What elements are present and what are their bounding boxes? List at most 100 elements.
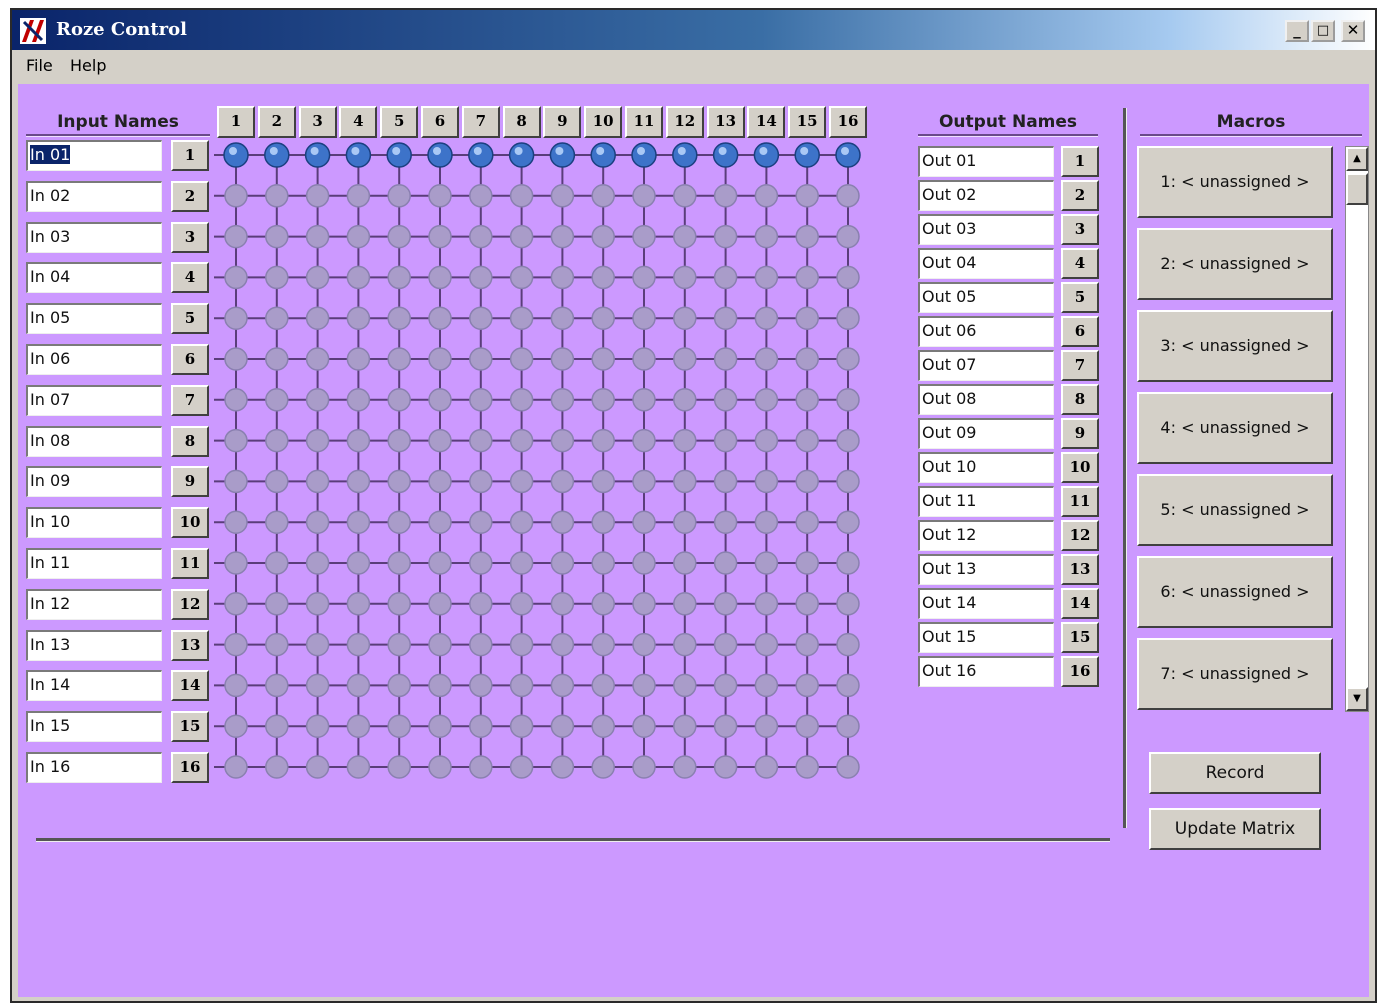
maximize-button[interactable]: □ — [1311, 20, 1335, 42]
crosspoint[interactable] — [550, 224, 575, 249]
crosspoint[interactable] — [836, 592, 860, 616]
crosspoint[interactable] — [550, 428, 575, 453]
crosspoint[interactable] — [632, 632, 656, 657]
crosspoint[interactable] — [346, 673, 371, 698]
crosspoint[interactable] — [632, 224, 656, 249]
crosspoint[interactable] — [428, 632, 452, 657]
crosspoint[interactable] — [591, 755, 615, 779]
crosspoint[interactable] — [795, 184, 819, 208]
crosspoint[interactable] — [754, 592, 779, 616]
crosspoint[interactable] — [795, 755, 819, 779]
crosspoint[interactable] — [428, 265, 452, 290]
crosspoint[interactable] — [346, 388, 371, 412]
crosspoint[interactable] — [713, 224, 738, 249]
crosspoint-active[interactable] — [508, 142, 535, 168]
crosspoint[interactable] — [305, 551, 330, 575]
crosspoint[interactable] — [795, 347, 819, 371]
output-select-button[interactable]: 12 — [1061, 520, 1099, 551]
crosspoint[interactable] — [387, 306, 411, 330]
crosspoint[interactable] — [632, 347, 656, 371]
output-select-button[interactable]: 14 — [1061, 588, 1099, 619]
crosspoint[interactable] — [550, 592, 575, 616]
crosspoint[interactable] — [673, 347, 697, 371]
crosspoint[interactable] — [591, 469, 615, 494]
crosspoint[interactable] — [713, 184, 738, 208]
macro-button[interactable]: 7: < unassigned > — [1137, 638, 1333, 710]
output-name-field[interactable]: Out 06 — [918, 316, 1054, 347]
crosspoint[interactable] — [265, 388, 289, 412]
crosspoint[interactable] — [509, 632, 534, 657]
crosspoint[interactable] — [305, 469, 330, 494]
crosspoint[interactable] — [836, 265, 860, 290]
crosspoint[interactable] — [795, 265, 819, 290]
crosspoint[interactable] — [224, 673, 248, 698]
crosspoint[interactable] — [265, 673, 289, 698]
crosspoint[interactable] — [509, 755, 534, 779]
crosspoint[interactable] — [754, 551, 779, 575]
crosspoint[interactable] — [346, 428, 371, 453]
crosspoint[interactable] — [265, 184, 289, 208]
crosspoint[interactable] — [673, 469, 697, 494]
crosspoint[interactable] — [713, 673, 738, 698]
crosspoint[interactable] — [346, 347, 371, 371]
crosspoint[interactable] — [387, 265, 411, 290]
crosspoint[interactable] — [754, 224, 779, 249]
crosspoint[interactable] — [632, 184, 656, 208]
crosspoint[interactable] — [509, 551, 534, 575]
crosspoint[interactable] — [550, 388, 575, 412]
crosspoint[interactable] — [305, 632, 330, 657]
crosspoint[interactable] — [550, 265, 575, 290]
output-select-button[interactable]: 9 — [1061, 418, 1099, 449]
crosspoint[interactable] — [387, 551, 411, 575]
crosspoint[interactable] — [836, 306, 860, 330]
crosspoint[interactable] — [428, 224, 452, 249]
crosspoint[interactable] — [795, 306, 819, 330]
output-select-button[interactable]: 10 — [1061, 452, 1099, 483]
crosspoint[interactable] — [754, 184, 779, 208]
crosspoint[interactable] — [224, 551, 248, 575]
crosspoint[interactable] — [509, 306, 534, 330]
crosspoint[interactable] — [224, 592, 248, 616]
output-select-button[interactable]: 3 — [1061, 214, 1099, 245]
output-name-field[interactable]: Out 15 — [918, 622, 1054, 653]
output-select-button[interactable]: 5 — [1061, 282, 1099, 313]
crosspoint[interactable] — [265, 632, 289, 657]
crosspoint[interactable] — [387, 632, 411, 657]
crosspoint[interactable] — [754, 347, 779, 371]
crosspoint[interactable] — [795, 592, 819, 616]
crosspoint[interactable] — [469, 673, 493, 698]
crosspoint[interactable] — [795, 428, 819, 453]
record-button[interactable]: Record — [1149, 752, 1321, 794]
crosspoint[interactable] — [673, 388, 697, 412]
crosspoint[interactable] — [550, 551, 575, 575]
crosspoint[interactable] — [387, 755, 411, 779]
crosspoint[interactable] — [428, 551, 452, 575]
crosspoint[interactable] — [387, 592, 411, 616]
crosspoint[interactable] — [713, 755, 738, 779]
crosspoint[interactable] — [795, 551, 819, 575]
crosspoint[interactable] — [469, 755, 493, 779]
crosspoint[interactable] — [713, 551, 738, 575]
crosspoint[interactable] — [550, 184, 575, 208]
crosspoint[interactable] — [591, 184, 615, 208]
crosspoint[interactable] — [265, 551, 289, 575]
crosspoint[interactable] — [428, 428, 452, 453]
output-select-button[interactable]: 2 — [1061, 180, 1099, 211]
crosspoint[interactable] — [509, 592, 534, 616]
output-name-field[interactable]: Out 07 — [918, 350, 1054, 381]
crosspoint[interactable] — [550, 755, 575, 779]
crosspoint[interactable] — [713, 469, 738, 494]
crosspoint[interactable] — [469, 714, 493, 738]
crosspoint[interactable] — [673, 306, 697, 330]
crosspoint[interactable] — [428, 184, 452, 208]
crosspoint[interactable] — [224, 714, 248, 738]
crosspoint[interactable] — [632, 714, 656, 738]
crosspoint[interactable] — [346, 510, 371, 534]
crosspoint[interactable] — [754, 714, 779, 738]
crosspoint[interactable] — [713, 265, 738, 290]
crosspoint[interactable] — [550, 510, 575, 534]
crosspoint[interactable] — [509, 428, 534, 453]
update-matrix-button[interactable]: Update Matrix — [1149, 808, 1321, 850]
crosspoint-active[interactable] — [345, 142, 372, 168]
output-select-button[interactable]: 8 — [1061, 384, 1099, 415]
